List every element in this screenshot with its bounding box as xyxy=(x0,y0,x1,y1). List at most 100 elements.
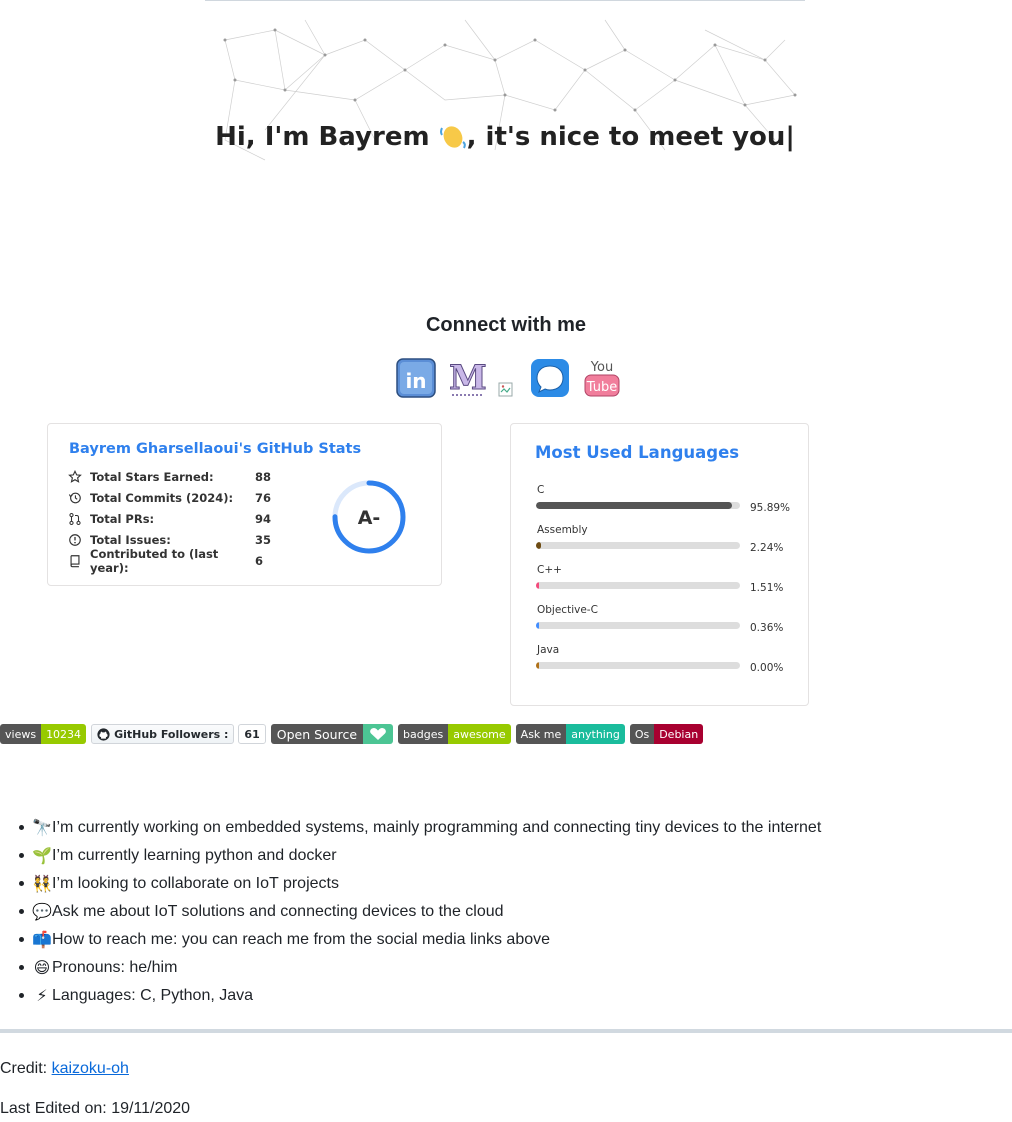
language-bar-track xyxy=(536,582,740,589)
badge-label: badges xyxy=(398,724,449,744)
last-edited: Last Edited on: 19/11/2020 xyxy=(0,1100,191,1117)
github-stats-card[interactable]: Bayrem Gharsellaoui's GitHub Stats Total… xyxy=(47,423,442,586)
badge-value: anything xyxy=(566,724,625,744)
badge-label: Os xyxy=(629,724,655,744)
banner-title: Hi, I'm Bayrem , it's nice to meet you| xyxy=(205,122,805,152)
broken-image-icon[interactable] xyxy=(498,382,514,398)
list-item-text: I’m currently working on embedded system… xyxy=(52,819,822,836)
banner-greeting: Hi, I'm Bayrem xyxy=(215,122,430,152)
language-percent: 95.89% xyxy=(750,502,791,514)
language-name: Assembly xyxy=(537,524,588,536)
stats-label: Total PRs: xyxy=(90,512,155,526)
language-item: Java 0.00% xyxy=(536,644,796,684)
header-banner: Hi, I'm Bayrem , it's nice to meet you| xyxy=(205,0,805,275)
history-icon xyxy=(68,492,81,504)
list-item-text: I’m looking to collaborate on IoT projec… xyxy=(52,875,339,892)
rank-grade: A- xyxy=(358,507,381,529)
list-item-text: Pronouns: he/him xyxy=(52,959,178,976)
linkedin-icon[interactable]: in xyxy=(396,358,436,398)
language-name: Java xyxy=(537,644,560,656)
stats-row-contributed: Contributed to (last year): 6 xyxy=(68,547,285,575)
credit-label: Credit: xyxy=(0,1060,52,1077)
speech-bubble-icon: 💬 xyxy=(32,902,52,921)
stats-value: 94 xyxy=(255,512,272,526)
language-item: C 95.89% xyxy=(536,484,796,524)
mailbox-icon: 📫 xyxy=(32,930,52,949)
languages-title: Most Used Languages xyxy=(535,443,740,462)
language-name: Objective-C xyxy=(537,604,598,616)
stats-label: Total Stars Earned: xyxy=(90,470,214,484)
pull-request-icon xyxy=(69,512,81,526)
youtube-icon[interactable]: You Tube xyxy=(582,358,622,398)
divider xyxy=(0,1029,1012,1033)
heart-icon xyxy=(363,724,394,744)
telescope-icon: 🔭 xyxy=(32,818,52,837)
social-links: in M You Tube xyxy=(396,356,622,398)
language-name: C++ xyxy=(537,564,562,576)
github-icon xyxy=(97,727,110,741)
list-item-text: Languages: C, Python, Java xyxy=(52,987,254,1004)
language-percent: 0.36% xyxy=(750,622,784,634)
smile-icon: 😄 xyxy=(33,958,51,977)
ask-me-badge[interactable]: Ask me anything xyxy=(515,724,625,744)
stats-value: 35 xyxy=(255,533,272,547)
badge-label: views xyxy=(0,724,42,744)
os-badge[interactable]: Os Debian xyxy=(629,724,704,744)
language-bar-track xyxy=(536,662,740,669)
views-badge[interactable]: views 10234 xyxy=(0,724,87,744)
badge-row: views 10234 GitHub Followers : 61 Open S… xyxy=(0,724,704,744)
issue-icon xyxy=(69,534,81,546)
top-languages-card[interactable]: Most Used Languages C 95.89% Assembly 2.… xyxy=(510,423,809,706)
connect-heading: Connect with me xyxy=(425,314,586,336)
stats-row-commits: Total Commits (2024): 76 xyxy=(68,489,285,507)
language-bar-fill xyxy=(536,622,540,629)
badge-value: awesome xyxy=(448,724,511,744)
language-bar-track xyxy=(536,542,740,549)
language-item: C++ 1.51% xyxy=(536,564,796,604)
list-item: 📫 How to reach me: you can reach me from … xyxy=(18,926,821,954)
people-icon: 👯 xyxy=(32,874,52,893)
language-bar-fill xyxy=(536,582,540,589)
language-percent: 1.51% xyxy=(750,582,784,594)
star-icon xyxy=(68,470,82,483)
followers-label: GitHub Followers : xyxy=(91,724,235,744)
svg-text:M: M xyxy=(449,358,487,398)
waving-hand-icon xyxy=(439,126,466,149)
language-bar-fill xyxy=(536,542,541,549)
language-bar-track xyxy=(536,622,740,629)
credit-link[interactable]: kaizoku-oh xyxy=(52,1060,129,1077)
followers-count: 61 xyxy=(238,724,266,744)
list-item-text: Ask me about IoT solutions and connectin… xyxy=(52,903,504,920)
badge-value: Debian xyxy=(654,724,704,744)
stats-row-stars: Total Stars Earned: 88 xyxy=(68,468,285,486)
svg-text:You: You xyxy=(590,360,613,375)
banner-rest: , it's nice to meet you| xyxy=(466,122,795,152)
badge-value: 10234 xyxy=(41,724,87,744)
language-bar-fill xyxy=(536,502,732,509)
language-percent: 2.24% xyxy=(750,542,784,554)
network-background xyxy=(223,19,797,161)
stats-label: Total Issues: xyxy=(90,533,171,547)
list-item-text: I’m currently learning python and docker xyxy=(52,847,337,864)
badges-awesome-badge[interactable]: badges awesome xyxy=(398,724,511,744)
language-item: Objective-C 0.36% xyxy=(536,604,796,644)
signal-icon[interactable] xyxy=(530,358,570,398)
language-percent: 0.00% xyxy=(750,662,784,674)
open-source-badge[interactable]: Open Source xyxy=(270,724,394,744)
lightning-icon: ⚡ xyxy=(36,986,48,1005)
github-followers-badge[interactable]: GitHub Followers : 61 xyxy=(91,724,266,744)
language-name: C xyxy=(537,484,545,496)
language-item: Assembly 2.24% xyxy=(536,524,796,564)
medium-icon[interactable]: M xyxy=(448,358,488,398)
stats-label: Total Commits (2024): xyxy=(90,491,234,505)
stats-label: Contributed to (last year): xyxy=(90,547,219,575)
stats-value: 88 xyxy=(255,470,272,484)
list-item: 🔭 I’m currently working on embedded syste… xyxy=(18,814,822,842)
list-item: 🌱 I’m currently learning python and docke… xyxy=(18,842,821,870)
followers-label-text: GitHub Followers : xyxy=(114,727,229,741)
stats-value: 76 xyxy=(255,491,272,505)
repo-icon xyxy=(70,555,80,568)
credit-line: Credit: kaizoku-oh xyxy=(0,1060,129,1078)
svg-text:Tube: Tube xyxy=(586,380,617,395)
rank-ring: A- xyxy=(332,480,406,554)
